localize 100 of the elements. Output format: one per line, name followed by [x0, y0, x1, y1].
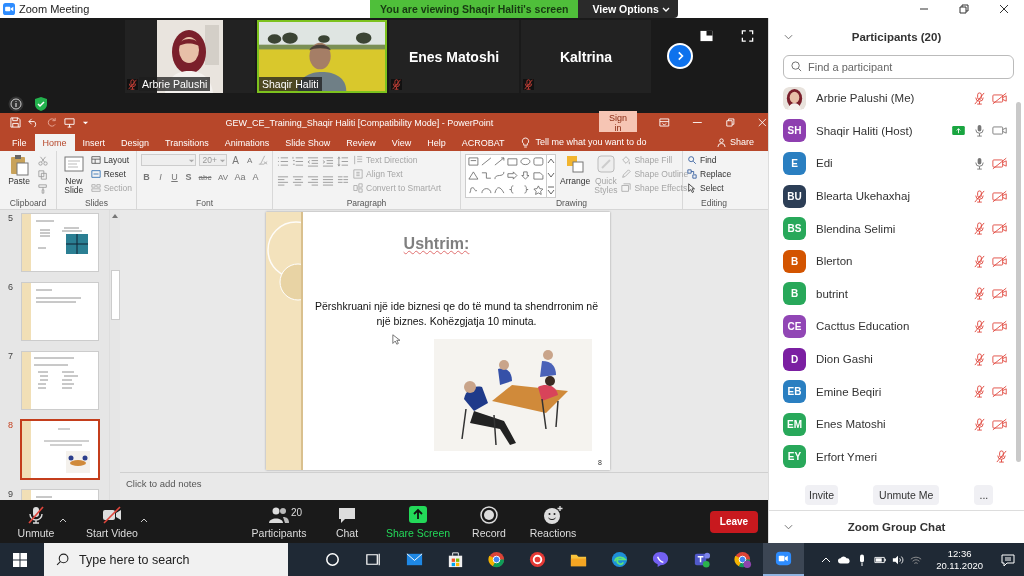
unmute-me-button[interactable]: Unmute Me — [873, 485, 940, 505]
font-format-button[interactable]: A — [250, 172, 261, 182]
panel-title: Participants (20) — [851, 30, 942, 43]
scrollbar[interactable] — [1016, 102, 1021, 462]
ribbon-tab[interactable]: Review — [338, 134, 384, 151]
save-icon[interactable] — [10, 117, 21, 128]
ribbon-tab[interactable]: Insert — [74, 134, 114, 151]
ribbon-command[interactable]: Select — [687, 182, 732, 194]
ribbon-tab[interactable]: File — [4, 134, 35, 151]
share-button[interactable]: Share — [716, 137, 754, 147]
restore-icon[interactable] — [959, 4, 969, 14]
redo-icon[interactable] — [46, 117, 57, 128]
clock-date[interactable]: 20.11.2020 — [936, 559, 983, 572]
clock-time[interactable]: 12:36 — [947, 547, 972, 560]
group-label: Clipboard — [8, 198, 48, 209]
scrollbar-thumb[interactable] — [110, 270, 120, 320]
video-button[interactable]: Start Video — [81, 504, 143, 539]
ribbon-command[interactable]: Find — [687, 154, 732, 166]
slide-thumbnail[interactable] — [20, 419, 100, 480]
notification-icon[interactable] — [1001, 552, 1015, 567]
new-slide-button[interactable]: New Slide — [61, 154, 87, 198]
ribbon-tab[interactable]: Home — [34, 134, 75, 151]
sharing-banner: You are viewing Shaqir Haliti's screen — [370, 0, 579, 18]
caret-icon — [58, 516, 67, 523]
decrease-indent-icon[interactable] — [307, 156, 319, 167]
next-page-button[interactable] — [667, 43, 693, 69]
ribbon-command[interactable]: Reset — [90, 168, 132, 180]
invite-button[interactable]: Invite — [805, 485, 839, 505]
caret-icon[interactable] — [82, 119, 89, 126]
font-format-button[interactable]: abc — [197, 172, 213, 182]
ribbon-tab[interactable]: View — [383, 134, 420, 151]
search-icon — [791, 61, 802, 72]
font-format-button[interactable]: I — [155, 172, 166, 182]
chat-button[interactable]: Chat — [322, 504, 372, 539]
ribbon-tab[interactable]: Animations — [216, 134, 278, 151]
ribbon-command[interactable]: Layout — [90, 154, 132, 166]
numbering-icon[interactable] — [292, 156, 304, 167]
fullscreen-icon[interactable] — [741, 30, 754, 42]
ribbon-tab[interactable]: ACROBAT — [453, 134, 513, 151]
slideshow-icon[interactable] — [64, 117, 75, 128]
grow-font-button[interactable]: A — [230, 154, 242, 166]
justify-icon[interactable] — [322, 175, 334, 186]
taskbar-search-field[interactable]: Type here to search — [44, 543, 288, 576]
tell-me-field[interactable]: Tell me what you want to do — [535, 137, 647, 147]
ribbon-display-icon[interactable] — [659, 118, 670, 127]
font-name-field[interactable] — [141, 154, 197, 166]
windows-start-icon[interactable] — [13, 552, 27, 567]
align-right-icon[interactable] — [307, 175, 319, 186]
bullets-icon[interactable] — [277, 156, 289, 167]
shapes-gallery[interactable] — [465, 154, 556, 198]
layout-icon — [90, 155, 101, 165]
record-button[interactable]: Record — [464, 504, 514, 539]
search-field[interactable]: Find a participant — [783, 55, 1014, 79]
collapse-icon[interactable] — [784, 33, 793, 40]
notes-field[interactable]: Click to add notes — [126, 477, 202, 489]
ribbon-tab[interactable]: Design — [113, 134, 158, 151]
paste-button[interactable]: Paste — [4, 154, 34, 198]
info-icon[interactable] — [8, 96, 24, 112]
font-format-button[interactable]: S — [183, 172, 194, 182]
ribbon-tab[interactable]: Transitions — [157, 134, 217, 151]
participant-name: Kaltrina — [559, 48, 613, 65]
pencil-icon — [621, 169, 632, 179]
view-options-button[interactable]: View Options — [578, 0, 678, 18]
participants-button[interactable]: 20 Participants — [244, 504, 314, 539]
ribbon-tab[interactable]: Slide Show — [277, 134, 339, 151]
slide-number: 5 — [7, 213, 14, 223]
restore-icon[interactable] — [724, 118, 736, 127]
ribbon-tab[interactable]: Help — [419, 134, 454, 151]
font-format-button[interactable]: AV — [216, 172, 230, 182]
align-text-icon — [353, 169, 363, 179]
font-format-button[interactable]: Aa — [233, 172, 247, 182]
share-button[interactable]: Share Screen — [383, 504, 453, 539]
more-button[interactable]: ... — [974, 485, 994, 505]
undo-icon[interactable] — [28, 117, 39, 128]
participant-name: Arbrie Palushi (Me) — [816, 92, 915, 105]
line-spacing-icon[interactable] — [337, 156, 349, 167]
scroll-arrows-icon[interactable] — [546, 155, 555, 197]
font-format-button[interactable]: U — [169, 172, 180, 182]
scrollbar[interactable] — [109, 210, 120, 500]
shield-icon[interactable] — [33, 96, 49, 112]
participant-name: Shaqir Haliti (Host) — [816, 124, 913, 137]
align-left-icon[interactable] — [277, 175, 289, 186]
mic-button[interactable]: Unmute — [10, 504, 62, 539]
shrink-font-button[interactable]: A — [244, 155, 255, 165]
ribbon-command[interactable]: Replace — [687, 168, 732, 180]
reactions-button[interactable]: Reactions — [523, 504, 583, 539]
align-center-icon[interactable] — [292, 175, 304, 186]
replace-icon — [687, 169, 697, 179]
speaker-icon[interactable] — [892, 553, 905, 566]
columns-icon[interactable] — [337, 175, 349, 186]
ribbon-command[interactable]: Arrange — [560, 154, 591, 198]
leave-button[interactable]: Leave — [710, 510, 758, 533]
increase-indent-icon[interactable] — [322, 156, 334, 167]
scroll-up-icon[interactable] — [111, 212, 120, 220]
font-format-button[interactable]: B — [141, 172, 152, 182]
collapse-icon[interactable] — [784, 524, 793, 530]
close-icon[interactable] — [999, 4, 1009, 14]
zoom-icon[interactable] — [763, 543, 804, 576]
participant-name: Blerton — [816, 255, 853, 268]
layout-icon[interactable] — [700, 30, 713, 42]
